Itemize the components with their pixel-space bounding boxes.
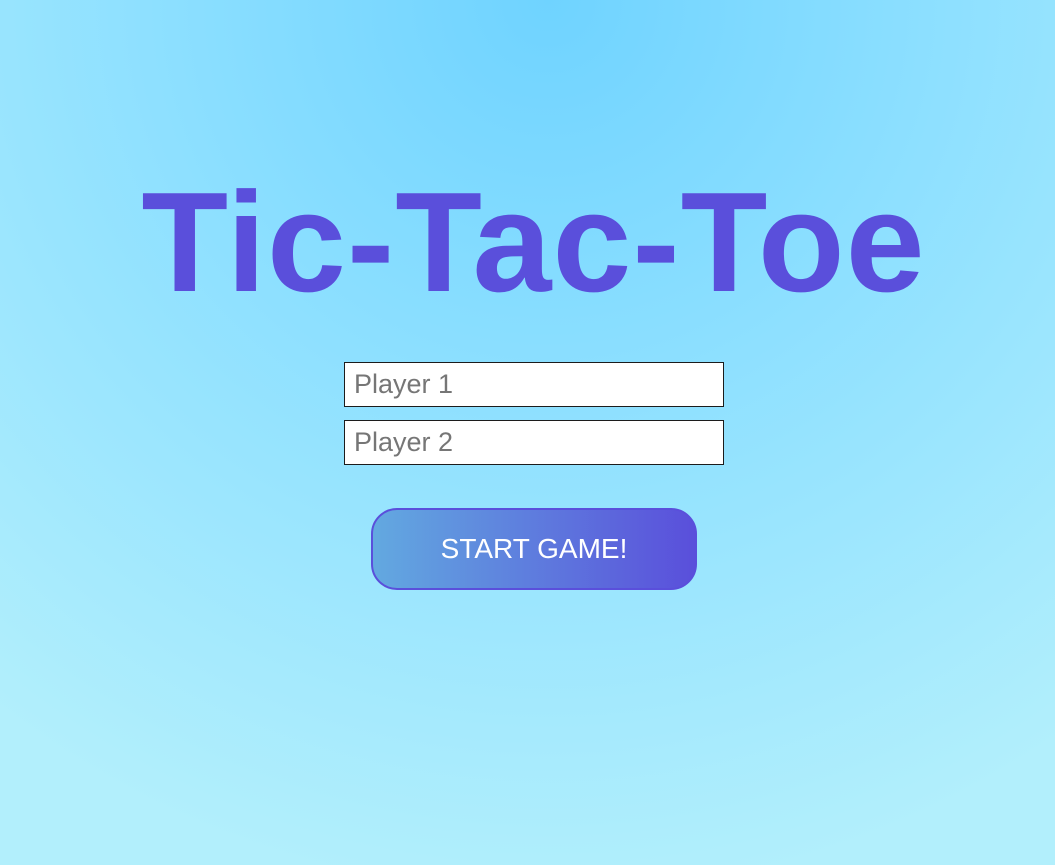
player-2-input[interactable] (344, 420, 724, 465)
start-game-button[interactable]: START GAME! (371, 508, 697, 590)
page-title: Tic-Tac-Toe (141, 163, 926, 322)
player-1-input[interactable] (344, 362, 724, 407)
